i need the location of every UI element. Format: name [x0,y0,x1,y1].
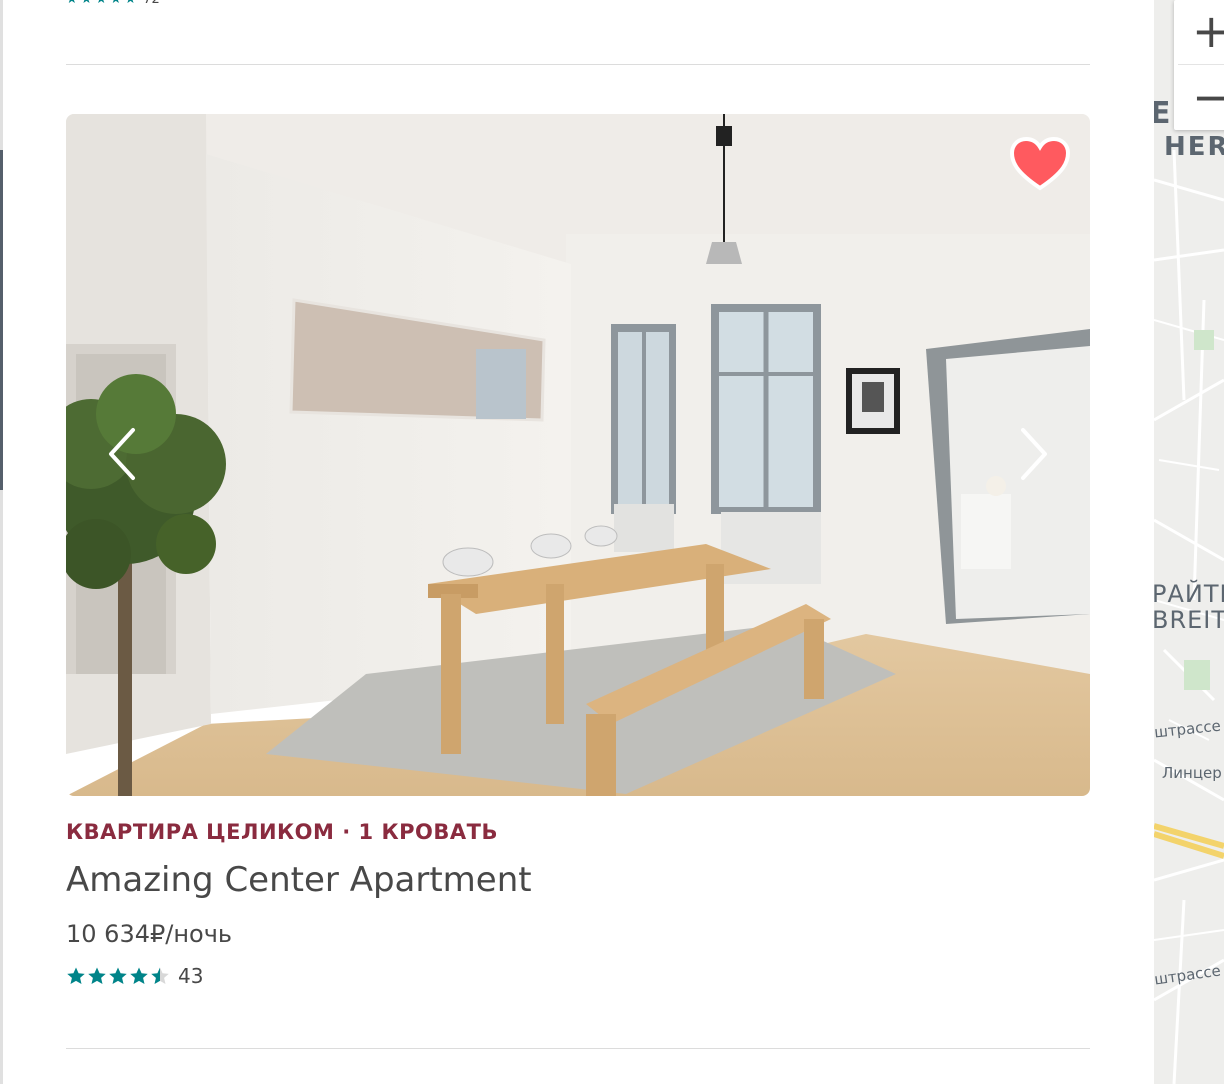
listing-photo [66,114,1090,796]
map-panel[interactable]: E HER РАЙТІ BREITE штрассе Линцер ш штра… [1154,0,1224,1084]
previous-review-count: 72 [143,0,160,7]
previous-listing-rating: ★ ★ ★ ★ ★ 72 [66,0,160,7]
listing-rating: 43 [66,964,203,988]
map-label: BREITE [1154,606,1224,634]
star-icon [130,967,148,984]
next-photo-button[interactable] [1004,414,1064,494]
map-zoom-control: + − [1174,0,1224,130]
star-icon [67,967,85,984]
listing-divider [66,64,1090,65]
zoom-separator [1178,64,1224,65]
star-icon: ★ [125,0,137,7]
zoom-in-button[interactable]: + [1174,0,1224,62]
star-icon [151,967,169,984]
star-icon: ★ [95,0,107,7]
map-label: Линцер ш [1162,764,1224,782]
map-label: HER [1164,132,1224,162]
heart-icon [1009,136,1071,191]
chevron-left-icon [109,428,135,480]
star-icon [109,967,127,984]
listing-kind: КВАРТИРА ЦЕЛИКОМ · 1 КРОВАТЬ [66,820,498,844]
rating-stars [66,966,170,986]
listing-photo-carousel[interactable] [66,114,1090,796]
chevron-right-icon [1021,428,1047,480]
star-icon: ★ [81,0,93,7]
map-label: E [1154,96,1171,131]
zoom-out-button[interactable]: − [1174,66,1224,128]
favorite-heart-button[interactable] [1008,134,1072,198]
star-icon: ★ [110,0,122,7]
listing-title[interactable]: Amazing Center Apartment [66,860,532,900]
star-icon [88,967,106,984]
map-roads [1154,0,1224,1084]
star-icon: ★ [66,0,78,7]
previous-photo-button[interactable] [92,414,152,494]
listing-divider [66,1048,1090,1049]
review-count: 43 [178,964,204,988]
listing-price: 10 634₽/ночь [66,920,233,948]
map-label: РАЙТІ [1154,580,1224,608]
window-edge [0,0,3,1084]
